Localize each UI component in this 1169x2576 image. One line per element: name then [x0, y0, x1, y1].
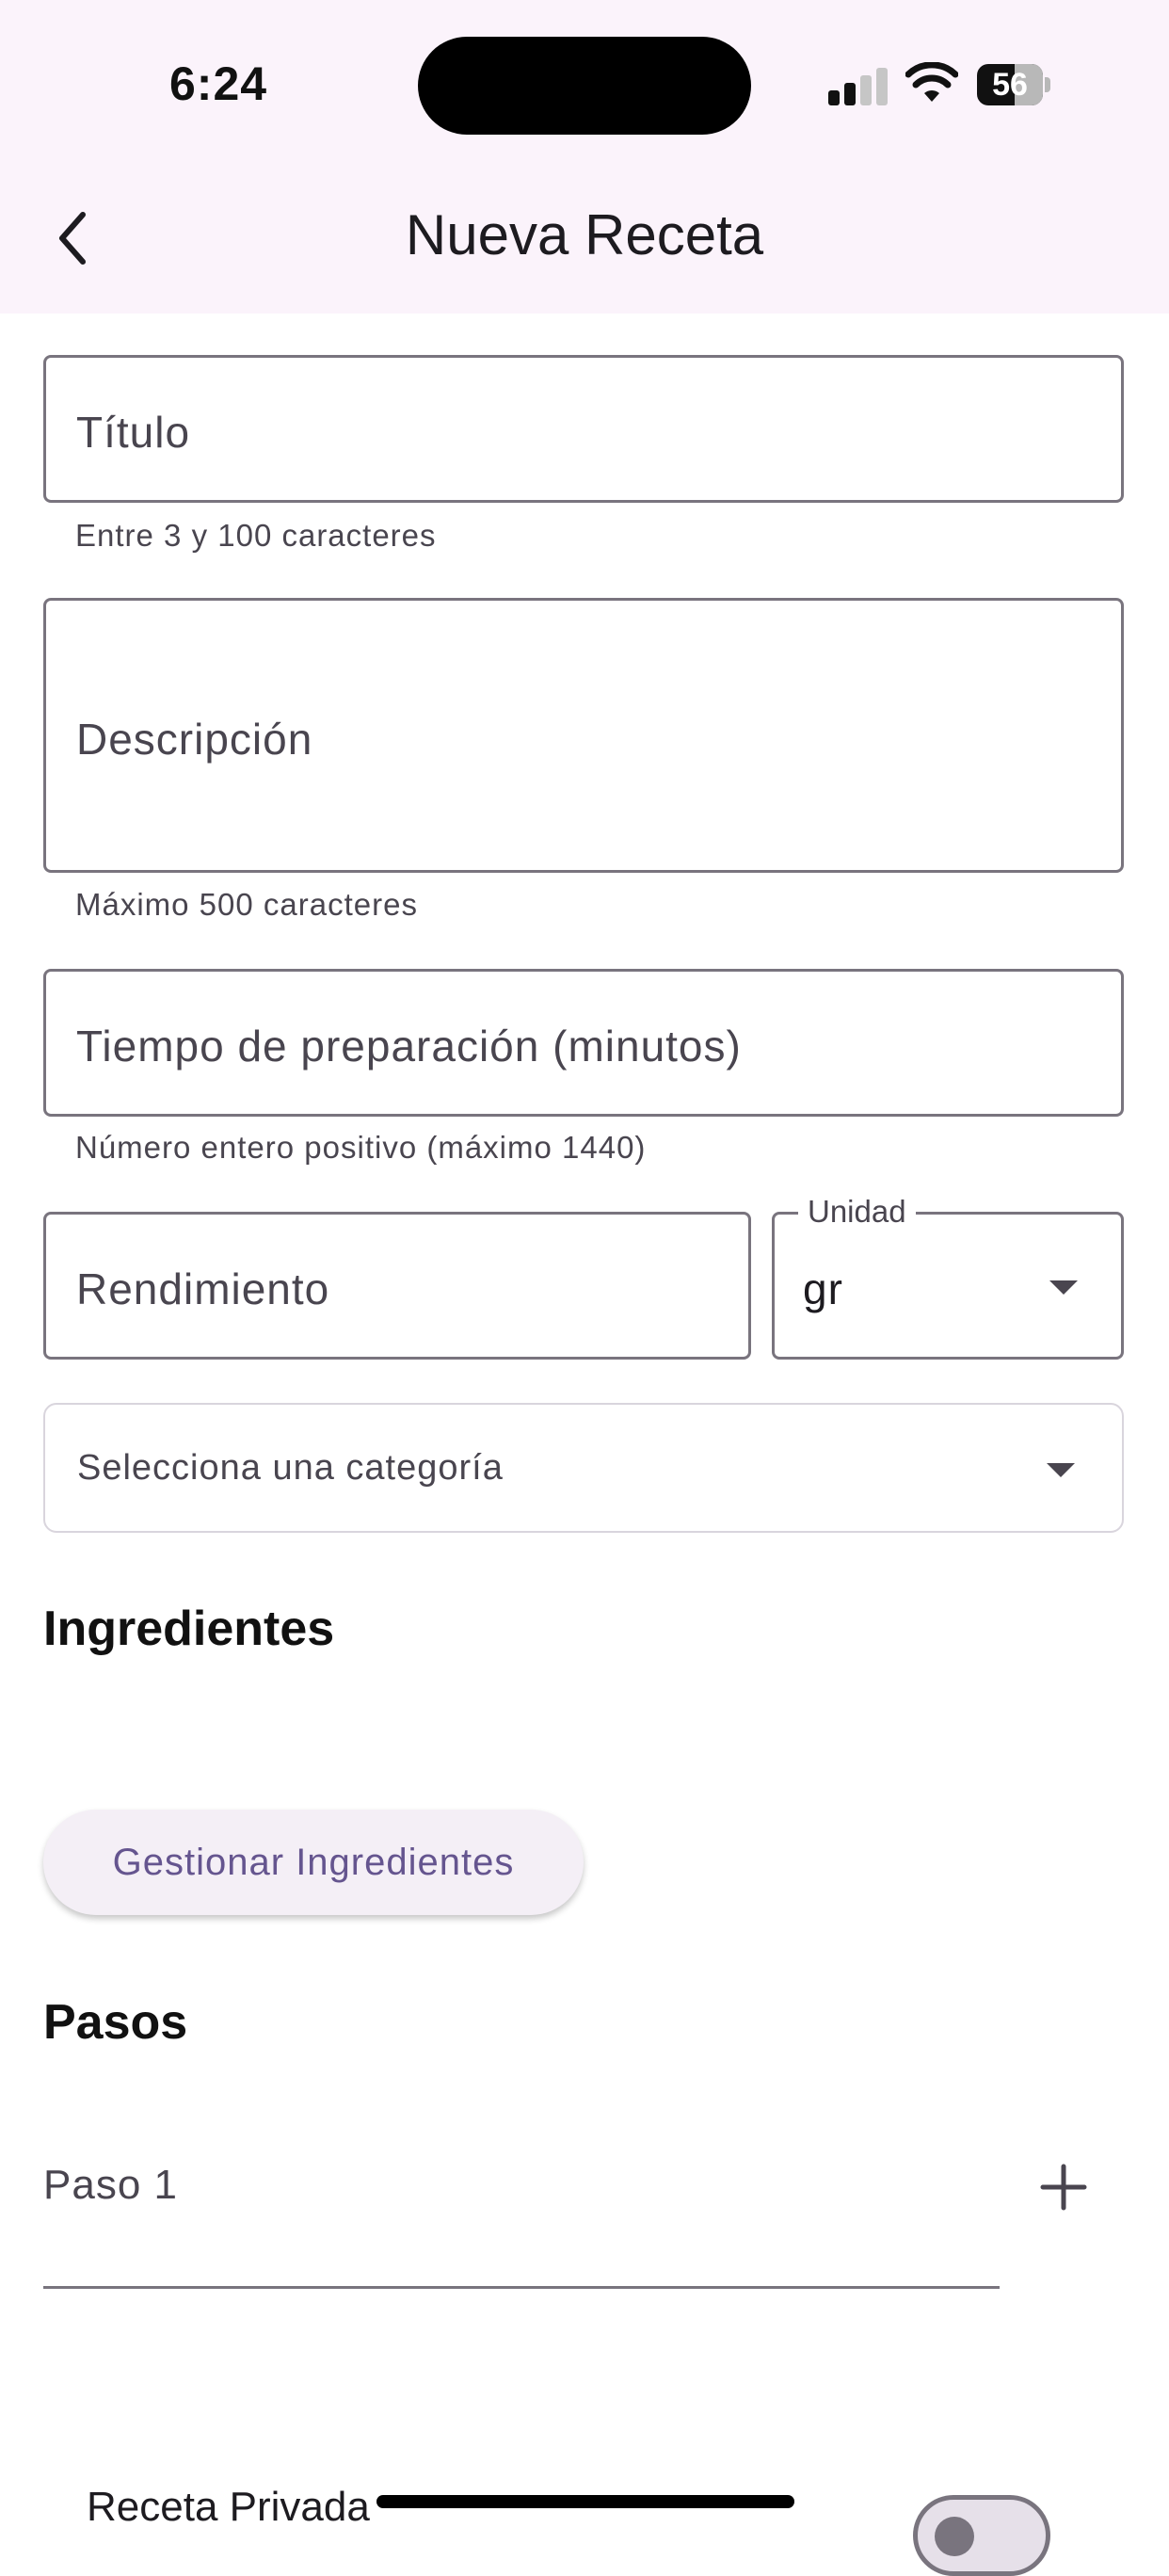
prep-time-field-label: Tiempo de preparación (minutos)	[76, 1022, 742, 1071]
unit-label: Unidad	[798, 1194, 916, 1230]
cellular-signal-icon	[828, 66, 889, 105]
category-placeholder: Selecciona una categoría	[77, 1448, 504, 1488]
yield-field-label: Rendimiento	[76, 1264, 330, 1313]
prep-time-field[interactable]: Tiempo de preparación (minutos)	[43, 969, 1124, 1117]
dynamic-island	[418, 37, 751, 135]
description-helper-text: Máximo 500 caracteres	[75, 887, 418, 922]
battery-level: 56	[992, 67, 1028, 103]
ingredients-heading: Ingredientes	[43, 1602, 335, 1656]
page-title: Nueva Receta	[405, 203, 764, 266]
manage-ingredients-button[interactable]: Gestionar Ingredientes	[43, 1810, 584, 1915]
steps-heading: Pasos	[43, 1995, 188, 2050]
unit-value: gr	[803, 1264, 843, 1313]
unit-dropdown-arrow-icon	[1049, 1280, 1078, 1295]
home-indicator[interactable]	[376, 2495, 794, 2508]
category-dropdown[interactable]: Selecciona una categoría	[43, 1403, 1124, 1533]
description-field[interactable]: Descripción	[43, 598, 1124, 873]
step-1-underline	[43, 2286, 1000, 2289]
battery-icon: 56	[977, 64, 1052, 105]
description-field-label: Descripción	[76, 715, 313, 764]
private-recipe-toggle[interactable]	[913, 2495, 1050, 2576]
yield-field[interactable]: Rendimiento	[43, 1212, 751, 1360]
unit-dropdown[interactable]: gr	[772, 1212, 1124, 1360]
prep-time-helper-text: Número entero positivo (máximo 1440)	[75, 1130, 647, 1165]
wifi-icon	[905, 62, 958, 102]
title-field[interactable]: Título	[43, 355, 1124, 503]
title-field-label: Título	[76, 408, 191, 457]
status-time: 6:24	[169, 57, 268, 110]
step-1-input-label[interactable]: Paso 1	[43, 2162, 178, 2209]
category-dropdown-arrow-icon	[1047, 1463, 1075, 1477]
add-step-plus-icon[interactable]	[1035, 2159, 1092, 2215]
app-bar: 6:24 56 Nueva Receta	[0, 0, 1169, 314]
title-helper-text: Entre 3 y 100 caracteres	[75, 518, 437, 553]
toggle-knob	[935, 2517, 974, 2556]
private-recipe-label: Receta Privada	[87, 2484, 370, 2530]
